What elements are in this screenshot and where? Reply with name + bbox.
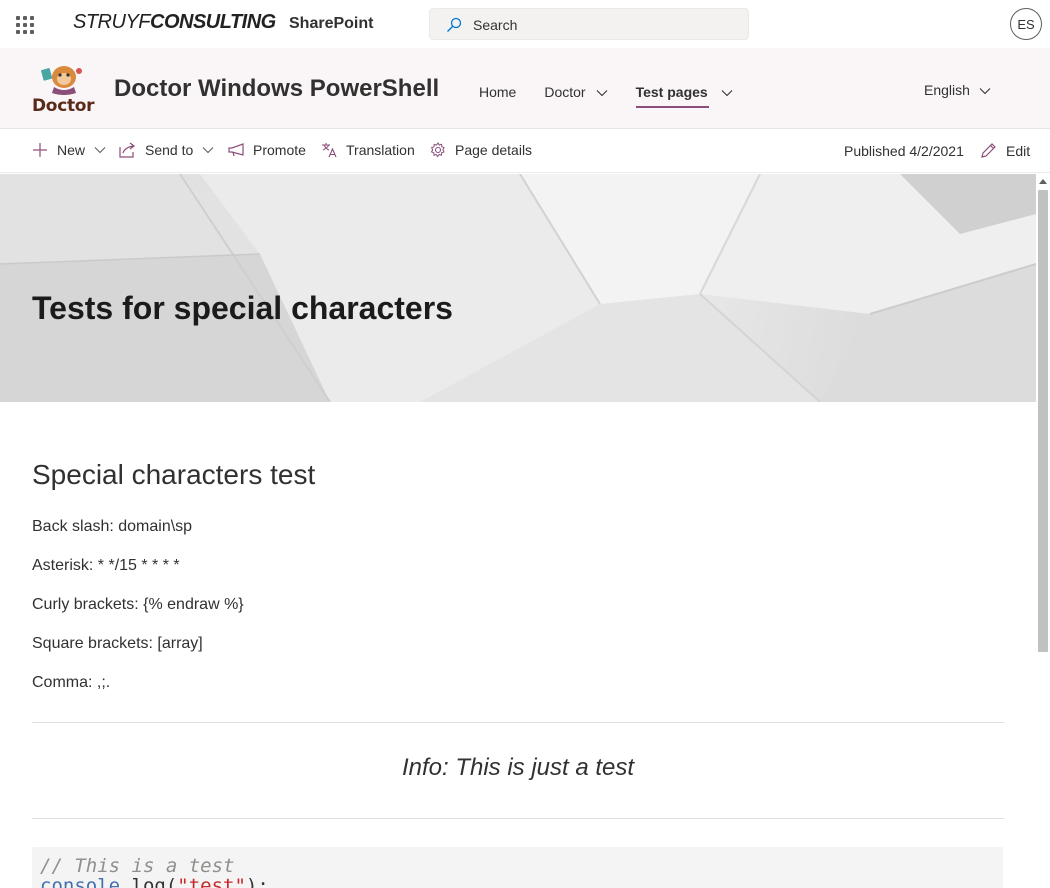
code-comment: // This is a test: [40, 855, 235, 877]
promote-label: Promote: [253, 142, 306, 158]
site-title[interactable]: Doctor Windows PowerShell: [114, 75, 439, 103]
hero-banner: Tests for special characters: [0, 174, 1036, 402]
app-launcher-icon[interactable]: [14, 14, 34, 34]
translate-icon: [321, 142, 337, 158]
translation-button[interactable]: Translation: [321, 142, 415, 158]
published-status: Published 4/2/2021: [844, 143, 964, 159]
organization-logo[interactable]: STRUYFCONSULTING: [73, 11, 276, 34]
search-box[interactable]: [429, 8, 749, 40]
send-to-button[interactable]: Send to: [119, 142, 214, 158]
chevron-down-icon: [596, 84, 608, 100]
pencil-icon: [980, 142, 997, 159]
nav-item-doctor[interactable]: Doctor: [544, 82, 607, 102]
share-icon: [119, 142, 136, 158]
sharepoint-link[interactable]: SharePoint: [289, 15, 373, 33]
code-end: );: [245, 875, 269, 888]
page-scrollbar[interactable]: [1036, 174, 1050, 888]
top-navigation: Home Doctor Test pages: [479, 82, 761, 108]
page-details-button[interactable]: Page details: [430, 142, 532, 158]
text-paragraph: Curly brackets: {% endraw %}: [32, 596, 244, 613]
page-title: Tests for special characters: [32, 290, 453, 326]
new-label: New: [57, 142, 86, 158]
search-input[interactable]: [473, 15, 733, 35]
page-details-label: Page details: [455, 142, 533, 158]
nav-item-test-pages[interactable]: Test pages: [635, 82, 733, 108]
site-header: Doctor Doctor Windows PowerShell Home Do…: [0, 48, 1050, 129]
gear-icon: [430, 142, 446, 158]
scroll-up-arrow-icon[interactable]: [1039, 179, 1047, 184]
chevron-down-icon: [721, 84, 733, 100]
logo-light-text: STRUYF: [73, 11, 151, 33]
code-snippet: // This is a test console.log("test");: [32, 847, 1003, 888]
text-paragraph: Back slash: domain\sp: [32, 518, 193, 535]
command-bar: New Send to Promote Translation Page det…: [0, 129, 1050, 173]
site-logo[interactable]: Doctor: [32, 63, 95, 116]
divider: [32, 818, 1004, 819]
scrollbar-thumb[interactable]: [1038, 190, 1048, 652]
megaphone-icon: [228, 142, 244, 158]
divider: [32, 722, 1004, 723]
language-label: English: [924, 82, 970, 98]
nav-item-label: Test pages: [635, 84, 708, 100]
section-heading: Special characters test: [32, 459, 316, 490]
suite-bar: STRUYFCONSULTING SharePoint ES: [0, 0, 1050, 48]
promote-button[interactable]: Promote: [228, 142, 306, 158]
language-selector[interactable]: English: [924, 82, 991, 98]
plus-icon: [32, 142, 48, 158]
edit-button[interactable]: Edit: [980, 142, 1030, 159]
text-paragraph: Square brackets: [array]: [32, 635, 203, 652]
text-paragraph: Asterisk: * */15 * * * *: [32, 557, 180, 574]
code-string: "test": [177, 875, 246, 888]
send-to-label: Send to: [145, 142, 194, 158]
nav-item-label: Home: [479, 84, 517, 100]
new-button[interactable]: New: [32, 142, 106, 158]
site-logo-label: Doctor: [32, 96, 95, 116]
chevron-down-icon: [94, 146, 106, 154]
user-avatar[interactable]: ES: [1010, 8, 1042, 40]
nav-item-label: Doctor: [544, 84, 586, 100]
translation-label: Translation: [346, 142, 415, 158]
logo-bold-text: CONSULTING: [150, 11, 276, 33]
search-icon: [446, 17, 462, 38]
text-paragraph: Comma: ,;.: [32, 674, 111, 691]
code-object: console: [40, 875, 121, 888]
nav-item-home[interactable]: Home: [479, 82, 516, 102]
hero-background-image: [0, 174, 1036, 402]
edit-label: Edit: [1006, 142, 1031, 159]
info-callout: Info: This is just a test: [401, 754, 635, 781]
chevron-down-icon: [979, 82, 991, 98]
code-method: .log(: [120, 875, 178, 888]
chevron-down-icon: [202, 146, 214, 154]
